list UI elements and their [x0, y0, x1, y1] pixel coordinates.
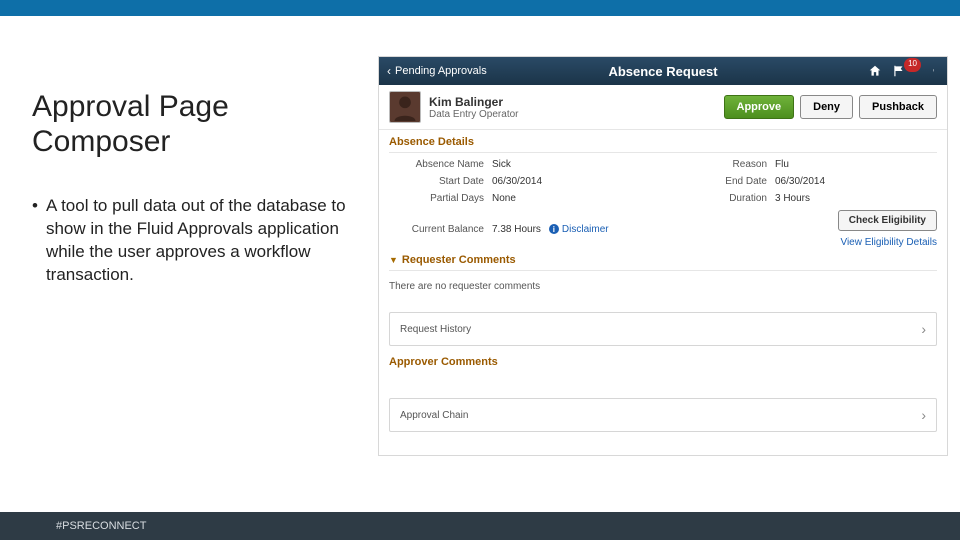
- notifications-icon[interactable]: 10: [892, 64, 923, 78]
- bullet-text: A tool to pull data out of the database …: [46, 195, 362, 287]
- end-date-label: End Date: [672, 176, 767, 187]
- absence-name-label: Absence Name: [389, 159, 484, 170]
- absence-name-value: Sick: [492, 159, 511, 170]
- approval-chain-row[interactable]: Approval Chain ›: [389, 398, 937, 432]
- avatar: [389, 91, 421, 123]
- menu-icon[interactable]: [933, 64, 937, 78]
- requester-comments-heading: ▼Requester Comments: [389, 254, 937, 271]
- app-header-bar: ‹ Pending Approvals Absence Request 10: [379, 57, 947, 85]
- request-history-row[interactable]: Request History ›: [389, 312, 937, 346]
- collapse-icon[interactable]: ▼: [389, 255, 398, 265]
- chevron-right-icon: ›: [921, 407, 926, 423]
- end-date-value: 06/30/2014: [775, 176, 825, 187]
- slide-title-line2: Composer: [32, 125, 170, 158]
- start-date-value: 06/30/2014: [492, 176, 542, 187]
- request-history-label: Request History: [400, 324, 471, 335]
- reason-label: Reason: [672, 159, 767, 170]
- chevron-right-icon: ›: [921, 321, 926, 337]
- start-date-label: Start Date: [389, 176, 484, 187]
- partial-days-value: None: [492, 193, 516, 204]
- info-icon: i: [549, 224, 559, 234]
- disclaimer-text: Disclaimer: [562, 224, 609, 235]
- notification-badge: 10: [904, 58, 921, 72]
- view-eligibility-link[interactable]: View Eligibility Details: [840, 237, 937, 248]
- disclaimer-link[interactable]: i Disclaimer: [549, 224, 609, 235]
- employee-header: Kim Balinger Data Entry Operator Approve…: [379, 85, 947, 130]
- absence-details-heading: Absence Details: [389, 136, 937, 153]
- back-button[interactable]: ‹ Pending Approvals: [379, 64, 495, 78]
- deny-button[interactable]: Deny: [800, 95, 853, 119]
- slide-title: Approval Page Composer: [32, 90, 362, 159]
- reason-value: Flu: [775, 159, 789, 170]
- slide-title-line1: Approval Page: [32, 90, 229, 123]
- slide-footer: #PSRECONNECT: [0, 512, 960, 540]
- home-icon[interactable]: [868, 64, 882, 78]
- approve-button[interactable]: Approve: [724, 95, 795, 119]
- current-balance-label: Current Balance: [389, 224, 484, 235]
- slide-bullet: • A tool to pull data out of the databas…: [32, 195, 362, 287]
- current-balance-value: 7.38 Hours: [492, 224, 541, 235]
- approval-chain-label: Approval Chain: [400, 410, 468, 421]
- app-screenshot: ‹ Pending Approvals Absence Request 10 K…: [378, 56, 948, 456]
- requester-comments-empty: There are no requester comments: [389, 277, 937, 302]
- footer-hashtag: #PSRECONNECT: [56, 520, 146, 532]
- back-label: Pending Approvals: [395, 65, 487, 77]
- duration-value: 3 Hours: [775, 193, 810, 204]
- duration-label: Duration: [672, 193, 767, 204]
- employee-role: Data Entry Operator: [429, 109, 518, 120]
- employee-name: Kim Balinger: [429, 95, 518, 109]
- bullet-icon: •: [32, 195, 38, 287]
- partial-days-label: Partial Days: [389, 193, 484, 204]
- slide-top-bar: [0, 0, 960, 16]
- approver-comments-heading: Approver Comments: [389, 356, 937, 372]
- pushback-button[interactable]: Pushback: [859, 95, 937, 119]
- chevron-left-icon: ‹: [387, 64, 391, 78]
- check-eligibility-button[interactable]: Check Eligibility: [838, 210, 937, 231]
